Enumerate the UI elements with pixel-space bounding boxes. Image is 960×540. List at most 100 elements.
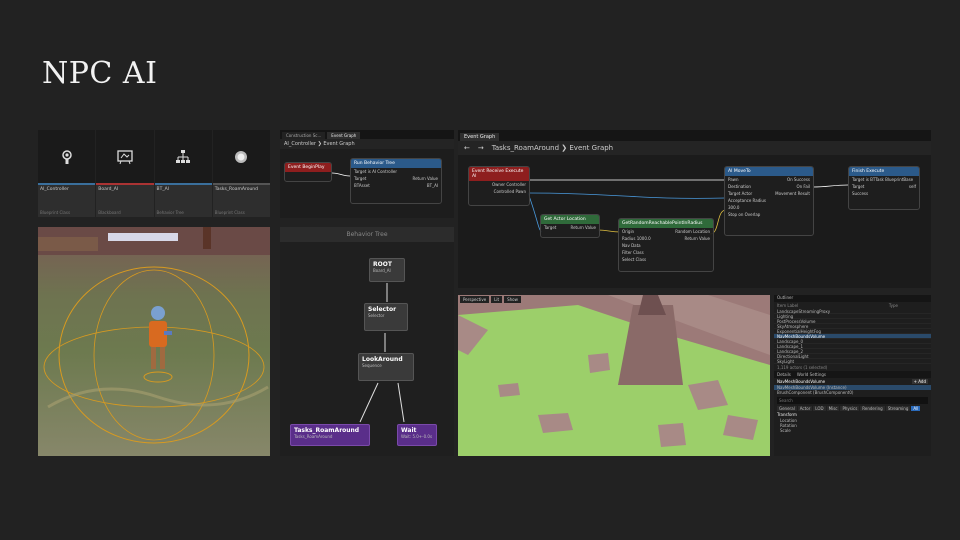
component-brush[interactable]: BrushComponent (BrushComponent0) bbox=[774, 390, 931, 395]
bt-root-node[interactable]: ROOT Board_AI bbox=[369, 258, 405, 282]
node-title: Selector bbox=[368, 306, 397, 313]
filter-tab-active[interactable]: All bbox=[911, 406, 921, 411]
filter-class-dropdown[interactable]: Select Class bbox=[622, 257, 646, 262]
pin-target: Target bbox=[852, 184, 865, 189]
asset-tile[interactable]: AI_Controller Blueprint Class bbox=[38, 130, 96, 217]
asset-type: Blueprint Class bbox=[40, 210, 71, 215]
pin-target-value[interactable]: self bbox=[909, 184, 916, 189]
blackboard-icon bbox=[96, 130, 154, 185]
pin-origin: Origin bbox=[622, 229, 635, 234]
random-reachable-point-node[interactable]: GetRandomReachablePointInRadius Origin Ra… bbox=[618, 218, 714, 272]
asset-type: Blueprint Class bbox=[214, 210, 245, 215]
filter-tab[interactable]: Rendering bbox=[860, 406, 885, 411]
node-title: Tasks_RoamAround bbox=[294, 427, 360, 434]
asset-type: Blackboard bbox=[98, 210, 121, 215]
game-viewport[interactable] bbox=[38, 227, 270, 456]
radius-field[interactable]: 1000.0 bbox=[637, 236, 651, 241]
pin-owner-controller: Owner Controller bbox=[491, 182, 526, 187]
node-title: Wait bbox=[401, 427, 417, 434]
finish-execute-node[interactable]: Finish Execute Target is BTTask Blueprin… bbox=[848, 166, 920, 210]
bt-selector-node[interactable]: Selector Selector bbox=[364, 303, 408, 331]
ai-controller-icon bbox=[38, 130, 96, 185]
filter-tab[interactable]: Physics bbox=[840, 406, 860, 411]
asset-browser: AI_Controller Blueprint Class Board_AI B… bbox=[38, 130, 270, 217]
transform-section[interactable]: Transform bbox=[774, 411, 931, 418]
details-filter-tabs: General Actor LOD Misc Physics Rendering… bbox=[774, 406, 931, 411]
asset-tile[interactable]: BT_AI Behavior Tree bbox=[154, 130, 212, 217]
asset-tile[interactable]: Tasks_RoamAround Blueprint Class bbox=[212, 130, 270, 217]
filter-tab[interactable]: Misc bbox=[826, 406, 840, 411]
filter-tab[interactable]: LOD bbox=[813, 406, 826, 411]
node-title: Event Receive Execute AI bbox=[469, 167, 529, 181]
node-sub: Board_AI bbox=[373, 268, 391, 273]
pin-target-actor: Target Actor bbox=[728, 191, 753, 196]
pin-radius: Radius bbox=[622, 236, 636, 241]
pin-random-location: Random Location bbox=[675, 229, 710, 234]
actor-count: 1,119 actors (1 selected) bbox=[777, 365, 828, 370]
outliner-title: Outliner bbox=[774, 295, 931, 302]
col-label: Item Label bbox=[777, 303, 799, 308]
slide-title: NPC AI bbox=[42, 56, 158, 91]
pin-nav-data: Nav Data bbox=[622, 243, 641, 248]
node-sub: Wait: 5.0+-0.0s bbox=[401, 434, 433, 439]
filter-tab[interactable]: General bbox=[777, 406, 797, 411]
asset-tile[interactable]: Board_AI Blackboard bbox=[96, 130, 154, 217]
level-viewport[interactable]: Perspective Lit Show bbox=[458, 295, 770, 456]
show-button[interactable]: Show bbox=[504, 296, 521, 303]
asset-type: Behavior Tree bbox=[156, 210, 184, 215]
pin-success: Success bbox=[852, 191, 869, 196]
selected-actor-name: NavMeshBoundsVolume bbox=[777, 379, 826, 384]
node-title: AI MoveTo bbox=[725, 167, 813, 176]
lit-button[interactable]: Lit bbox=[491, 296, 503, 303]
pin-on-success: On Success bbox=[786, 177, 810, 182]
scale-row[interactable]: Scale bbox=[774, 428, 931, 433]
pin-filter-class: Filter Class bbox=[622, 250, 644, 255]
asset-name: Board_AI bbox=[98, 187, 119, 192]
add-component-button[interactable]: + Add bbox=[911, 379, 928, 384]
pin-controlled-pawn: Controlled Pawn bbox=[493, 189, 526, 194]
viewport-toolbar: Perspective Lit Show bbox=[460, 296, 521, 303]
pin-acceptance-radius: Acceptance Radius bbox=[728, 198, 766, 203]
node-sub: Selector bbox=[368, 313, 385, 318]
details-search-input[interactable]: Search bbox=[777, 397, 928, 404]
pin-destination: Destination bbox=[728, 184, 751, 189]
filter-tab[interactable]: Streaming bbox=[885, 406, 911, 411]
asset-name: AI_Controller bbox=[40, 187, 69, 192]
event-receive-execute-node[interactable]: Event Receive Execute AI Owner Controlle… bbox=[468, 166, 530, 206]
tab-world-settings[interactable]: World Settings bbox=[797, 372, 826, 377]
node-title: Finish Execute bbox=[849, 167, 919, 176]
details-header: NavMeshBoundsVolume + Add bbox=[774, 378, 931, 385]
outliner-panel: Outliner Item Label Type LandscapeStream… bbox=[774, 295, 931, 456]
node-title: GetRandomReachablePointInRadius bbox=[619, 219, 713, 228]
perspective-button[interactable]: Perspective bbox=[460, 296, 490, 303]
pin-stop-on-overlap: Stop on Overlap bbox=[728, 212, 761, 217]
pin-target: Target bbox=[544, 225, 557, 230]
pin-movement-result: Movement Result bbox=[775, 191, 810, 196]
node-title: ROOT bbox=[373, 261, 392, 268]
ai-controller-blueprint: Construction Sc... Event Graph AI_Contro… bbox=[280, 130, 454, 218]
task-icon bbox=[212, 130, 270, 185]
outliner-header: Item Label Type bbox=[774, 302, 931, 309]
pin-return: Return Value bbox=[570, 225, 596, 230]
pin-pawn: Pawn bbox=[728, 177, 739, 182]
node-title: Get Actor Location bbox=[541, 215, 599, 224]
ai-moveto-node[interactable]: AI MoveTo Pawn On Success Destination On F… bbox=[724, 166, 814, 236]
pin-on-fail: On Fail bbox=[796, 184, 810, 189]
behavior-tree-icon bbox=[154, 130, 212, 185]
bt-task-roamaround-node[interactable]: Tasks_RoamAround Tasks_RoamAround bbox=[290, 424, 370, 446]
tab-details[interactable]: Details bbox=[777, 372, 791, 377]
task-event-graph: Event Graph ← → Tasks_RoamAround ❯ Event… bbox=[458, 130, 931, 288]
filter-tab[interactable]: Actor bbox=[797, 406, 813, 411]
node-sub: Sequence bbox=[362, 363, 382, 368]
node-sub: Target is BTTask BlueprintBase bbox=[852, 177, 914, 182]
details-tabs: Details World Settings bbox=[774, 371, 931, 378]
node-title: LookAround bbox=[362, 356, 403, 363]
acceptance-radius-field[interactable]: 300.0 bbox=[728, 205, 739, 210]
bt-lookaround-node[interactable]: LookAround Sequence bbox=[358, 353, 414, 381]
get-actor-location-node[interactable]: Get Actor Location Target Return Value bbox=[540, 214, 600, 238]
pin-return: Return Value bbox=[684, 236, 710, 241]
bt-wait-node[interactable]: Wait Wait: 5.0+-0.0s bbox=[397, 424, 437, 446]
npc-character bbox=[149, 306, 172, 369]
asset-name: BT_AI bbox=[156, 187, 170, 192]
asset-name: Tasks_RoamAround bbox=[214, 187, 259, 192]
